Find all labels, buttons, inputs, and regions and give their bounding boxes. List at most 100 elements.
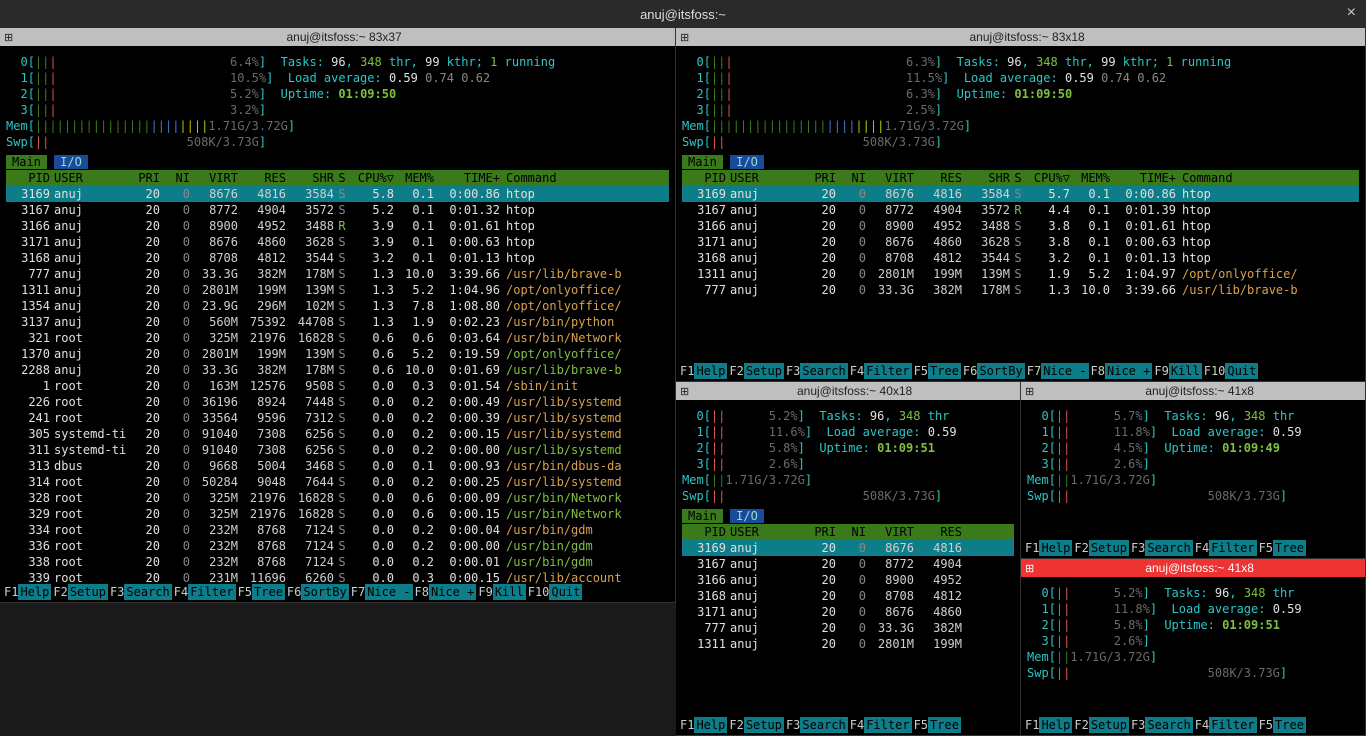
fkey-F9[interactable]: F9 (1154, 363, 1168, 379)
table-row[interactable]: 1354anuj20023.9G296M102MS1.37.81:08.80/o… (6, 298, 669, 314)
table-row[interactable]: 305systemd-ti2009104073086256S0.00.20:00… (6, 426, 669, 442)
table-row[interactable]: 3171anuj200867648603628S3.80.10:00.63hto… (682, 234, 1359, 250)
fkey-label[interactable]: Setup (68, 584, 108, 600)
fkey-label[interactable]: Filter (864, 363, 911, 379)
fkey-F2[interactable]: F2 (1074, 717, 1088, 733)
pane-left-title[interactable]: ⊞ anuj@itsfoss:~ 83x37 (0, 28, 675, 46)
keybar[interactable]: F1HelpF2SetupF3SearchF4FilterF5TreeF6Sor… (680, 363, 1361, 379)
fkey-F4[interactable]: F4 (850, 363, 864, 379)
fkey-label[interactable]: Search (1145, 717, 1192, 733)
table-header[interactable]: PIDUSERPRINIVIRTRESSHRSCPU%▽MEM%TIME+Com… (682, 170, 1359, 186)
fkey-label[interactable]: Kill (1169, 363, 1202, 379)
fkey-F5[interactable]: F5 (1259, 540, 1273, 556)
pane-rt-title[interactable]: ⊞ anuj@itsfoss:~ 83x18 (676, 28, 1365, 46)
fkey-label[interactable]: Nice + (429, 584, 476, 600)
tab-main[interactable]: Main (6, 155, 47, 169)
fkey-label[interactable]: Help (18, 584, 51, 600)
fkey-label[interactable]: Setup (744, 717, 784, 733)
fkey-label[interactable]: Search (800, 363, 847, 379)
fkey-label[interactable]: Help (1039, 540, 1072, 556)
table-row[interactable]: 1370anuj2002801M199M139MS0.65.20:19.59/o… (6, 346, 669, 362)
fkey-label[interactable]: SortBy (301, 584, 348, 600)
fkey-label[interactable]: Kill (493, 584, 526, 600)
fkey-label[interactable]: Setup (744, 363, 784, 379)
fkey-label[interactable]: Search (124, 584, 171, 600)
table-row[interactable]: 1311anuj2002801M199M139MS1.35.21:04.96/o… (6, 282, 669, 298)
fkey-label[interactable]: Quit (1225, 363, 1258, 379)
table-row[interactable]: 226root2003619689247448S0.00.20:00.49/us… (6, 394, 669, 410)
fkey-F5[interactable]: F5 (1259, 717, 1273, 733)
table-row[interactable]: 314root2005028490487644S0.00.20:00.25/us… (6, 474, 669, 490)
fkey-F2[interactable]: F2 (729, 717, 743, 733)
fkey-F1[interactable]: F1 (1025, 540, 1039, 556)
fkey-label[interactable]: Tree (928, 363, 961, 379)
table-row[interactable]: 334root200232M87687124S0.00.20:00.04/usr… (6, 522, 669, 538)
fkey-F5[interactable]: F5 (914, 717, 928, 733)
table-row[interactable]: 328root200325M2197616828S0.00.60:00.09/u… (6, 490, 669, 506)
pane-br1-title[interactable]: ⊞ anuj@itsfoss:~ 41x8 (1021, 382, 1365, 400)
table-row[interactable]: 311systemd-ti2009104073086256S0.00.20:00… (6, 442, 669, 458)
keybar[interactable]: F1HelpF2SetupF3SearchF4FilterF5TreeF6Sor… (4, 584, 671, 600)
fkey-label[interactable]: Tree (1273, 540, 1306, 556)
fkey-F1[interactable]: F1 (680, 363, 694, 379)
table-row[interactable]: 1311anuj2002801M199M139MS1.95.21:04.97/o… (682, 266, 1359, 282)
fkey-label[interactable]: Tree (928, 717, 961, 733)
table-row[interactable]: 3167anuj200877249043572S5.20.10:01.32hto… (6, 202, 669, 218)
fkey-F10[interactable]: F10 (528, 584, 550, 600)
fkey-label[interactable]: Tree (252, 584, 285, 600)
fkey-F1[interactable]: F1 (1025, 717, 1039, 733)
fkey-F5[interactable]: F5 (238, 584, 252, 600)
fkey-label[interactable]: Nice - (365, 584, 412, 600)
fkey-F8[interactable]: F8 (1091, 363, 1105, 379)
table-row[interactable]: 3168anuj200870848123544S3.20.10:01.13hto… (6, 250, 669, 266)
table-row[interactable]: 336root200232M87687124S0.00.20:00.00/usr… (6, 538, 669, 554)
fkey-label[interactable]: Nice + (1105, 363, 1152, 379)
fkey-label[interactable]: Nice - (1041, 363, 1088, 379)
fkey-F9[interactable]: F9 (478, 584, 492, 600)
fkey-F7[interactable]: F7 (1027, 363, 1041, 379)
table-row[interactable]: 338root200232M87687124S0.00.20:00.01/usr… (6, 554, 669, 570)
table-row[interactable]: 3167anuj20087724904 (682, 556, 1014, 572)
fkey-F2[interactable]: F2 (1074, 540, 1088, 556)
fkey-F3[interactable]: F3 (1131, 717, 1145, 733)
fkey-label[interactable]: Filter (1209, 717, 1256, 733)
table-row[interactable]: 2288anuj20033.3G382M178MS0.610.00:01.69/… (6, 362, 669, 378)
fkey-label[interactable]: Filter (1209, 540, 1256, 556)
table-row[interactable]: 3168anuj200870848123544S3.20.10:01.13hto… (682, 250, 1359, 266)
fkey-F3[interactable]: F3 (1131, 540, 1145, 556)
table-row[interactable]: 321root200325M2197616828S0.60.60:03.64/u… (6, 330, 669, 346)
tab-main[interactable]: Main (682, 509, 723, 523)
fkey-label[interactable]: Filter (188, 584, 235, 600)
tab-io[interactable]: I/O (730, 509, 764, 523)
table-row[interactable]: 777anuj20033.3G382M178MS1.310.03:39.66/u… (682, 282, 1359, 298)
table-row[interactable]: 3166anuj20089004952 (682, 572, 1014, 588)
pane-br2-title[interactable]: ⊞ anuj@itsfoss:~ 41x8 (1021, 559, 1365, 577)
table-header[interactable]: PIDUSERPRINIVIRTRES (682, 524, 1014, 540)
fkey-label[interactable]: Search (800, 717, 847, 733)
table-row[interactable]: 3167anuj200877249043572R4.40.10:01.39hto… (682, 202, 1359, 218)
fkey-F4[interactable]: F4 (1195, 717, 1209, 733)
fkey-F1[interactable]: F1 (4, 584, 18, 600)
htop-tabs[interactable]: Main I/O (6, 154, 669, 170)
fkey-F8[interactable]: F8 (415, 584, 429, 600)
fkey-F4[interactable]: F4 (174, 584, 188, 600)
fkey-label[interactable]: Setup (1089, 717, 1129, 733)
fkey-label[interactable]: Help (694, 363, 727, 379)
fkey-F5[interactable]: F5 (914, 363, 928, 379)
fkey-F6[interactable]: F6 (963, 363, 977, 379)
table-row[interactable]: 3171anuj200867648603628S3.90.10:00.63hto… (6, 234, 669, 250)
fkey-F4[interactable]: F4 (1195, 540, 1209, 556)
tab-io[interactable]: I/O (730, 155, 764, 169)
fkey-label[interactable]: SortBy (977, 363, 1024, 379)
close-icon[interactable]: × (1347, 4, 1356, 22)
keybar[interactable]: F1HelpF2SetupF3SearchF4FilterF5Tree (1025, 540, 1361, 556)
fkey-F2[interactable]: F2 (53, 584, 67, 600)
fkey-label[interactable]: Quit (549, 584, 582, 600)
table-row[interactable]: 1311anuj2002801M199M (682, 636, 1014, 652)
tab-main[interactable]: Main (682, 155, 723, 169)
fkey-F1[interactable]: F1 (680, 717, 694, 733)
table-row[interactable]: 3169anuj200867648163584S5.80.10:00.86hto… (6, 186, 669, 202)
table-row[interactable]: 313dbus200966850043468S0.00.10:00.93/usr… (6, 458, 669, 474)
table-row[interactable]: 241root2003356495967312S0.00.20:00.39/us… (6, 410, 669, 426)
table-row[interactable]: 3137anuj200560M7539244708S1.31.90:02.23/… (6, 314, 669, 330)
